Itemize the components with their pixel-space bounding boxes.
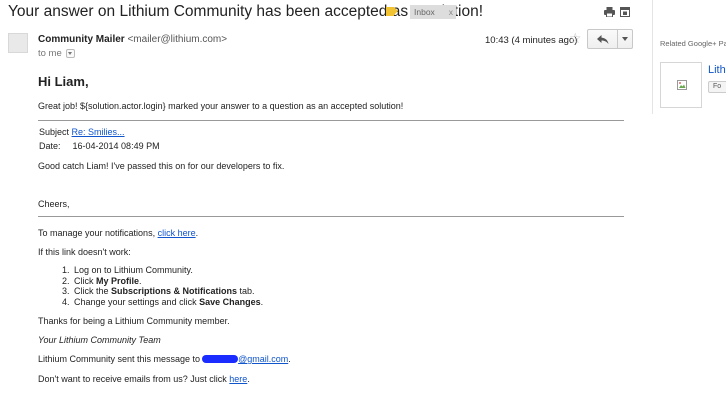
thanks-text: Thanks for being a Lithium Community mem… (38, 316, 230, 326)
quoted-subject-link[interactable]: Re: Smilies... (72, 127, 125, 137)
message-timestamp: 10:43 (4 minutes ago) (485, 35, 578, 46)
quoted-date-label: Date: (39, 141, 61, 151)
sender-email: <mailer@lithium.com> (127, 34, 228, 45)
signoff-text: Cheers, (38, 199, 70, 209)
recipient-line: to me (38, 48, 75, 59)
redacted-email-block (202, 355, 239, 363)
unsubscribe-suffix: . (247, 374, 250, 384)
reply-button-group (587, 29, 633, 49)
list-item: 3. Click the Subscriptions & Notification… (62, 286, 255, 296)
sent-to-prefix: Lithium Community sent this message to (38, 354, 201, 364)
instruction-steps: 1. Log on to Lithium Community. 2. Click M… (62, 265, 263, 307)
chevron-down-icon (622, 37, 629, 41)
list-item: 1. Log on to Lithium Community. (62, 265, 193, 275)
important-marker-icon[interactable] (386, 7, 398, 16)
unsubscribe-link[interactable]: here (229, 374, 247, 384)
list-item: 4. Change your settings and click Save Ch… (62, 296, 264, 307)
manage-suffix: . (195, 228, 199, 238)
quoted-date-row: Date: 16-04-2014 08:49 PM (39, 141, 160, 151)
new-window-icon[interactable] (620, 7, 630, 17)
recipient-email-link[interactable]: @gmail.com (200, 354, 288, 364)
recipient-text: to me (38, 48, 62, 59)
inbox-label-text: Inbox (414, 7, 435, 17)
print-icon[interactable] (604, 7, 615, 17)
fallback-instructions-heading: If this link doesn't work: (38, 247, 131, 257)
related-page-name-link[interactable]: Lith (708, 64, 726, 76)
subject-bar: Your answer on Lithium Community has bee… (0, 0, 652, 26)
sender-avatar[interactable] (8, 33, 28, 53)
manage-prefix: To manage your notifications, (38, 228, 158, 238)
list-item: 2. Click My Profile. (62, 275, 142, 286)
more-actions-button[interactable] (618, 30, 632, 48)
divider-bottom (38, 216, 624, 217)
unsubscribe-prefix: Don't want to receive emails from us? Ju… (38, 374, 230, 384)
broken-image-icon (677, 80, 687, 90)
show-details-dropdown-icon[interactable] (65, 49, 75, 58)
greeting: Hi Liam, (38, 74, 89, 89)
related-page-title: Related Google+ Page (660, 39, 726, 48)
intro-text: Great job! ${solution.actor.login} marke… (38, 101, 404, 111)
sent-to-text: Lithium Community sent this message to @g… (38, 354, 291, 364)
sent-to-suffix: . (288, 354, 291, 364)
quoted-subject-row: Subject Re: Smilies... (39, 127, 125, 137)
sender-name[interactable]: Community Mailer (38, 34, 125, 45)
divider-top (38, 120, 624, 121)
inbox-label-chip[interactable]: Inbox x (410, 5, 457, 19)
quoted-subject-label: Subject (39, 127, 70, 137)
quoted-message: Good catch Liam! I've passed this on for… (38, 161, 285, 171)
follow-button[interactable]: Fo (708, 81, 726, 93)
team-signature: Your Lithium Community Team (38, 335, 161, 345)
sender-line: Community Mailer <mailer@lithium.com> (38, 34, 227, 45)
star-icon[interactable]: ☆ (569, 31, 582, 45)
related-page-sidebar: Related Google+ Page Lith Fo (653, 0, 726, 120)
unsubscribe-text: Don't want to receive emails from us? Ju… (38, 374, 250, 384)
manage-notifications-text: To manage your notifications, click here… (38, 228, 198, 238)
quoted-date-value: 16-04-2014 08:49 PM (72, 141, 160, 151)
reply-button[interactable] (588, 30, 619, 48)
page-thumbnail[interactable] (660, 62, 702, 108)
manage-notifications-link[interactable]: click here (158, 228, 196, 238)
reply-arrow-icon (596, 34, 609, 44)
remove-label-icon[interactable]: x (449, 5, 453, 19)
